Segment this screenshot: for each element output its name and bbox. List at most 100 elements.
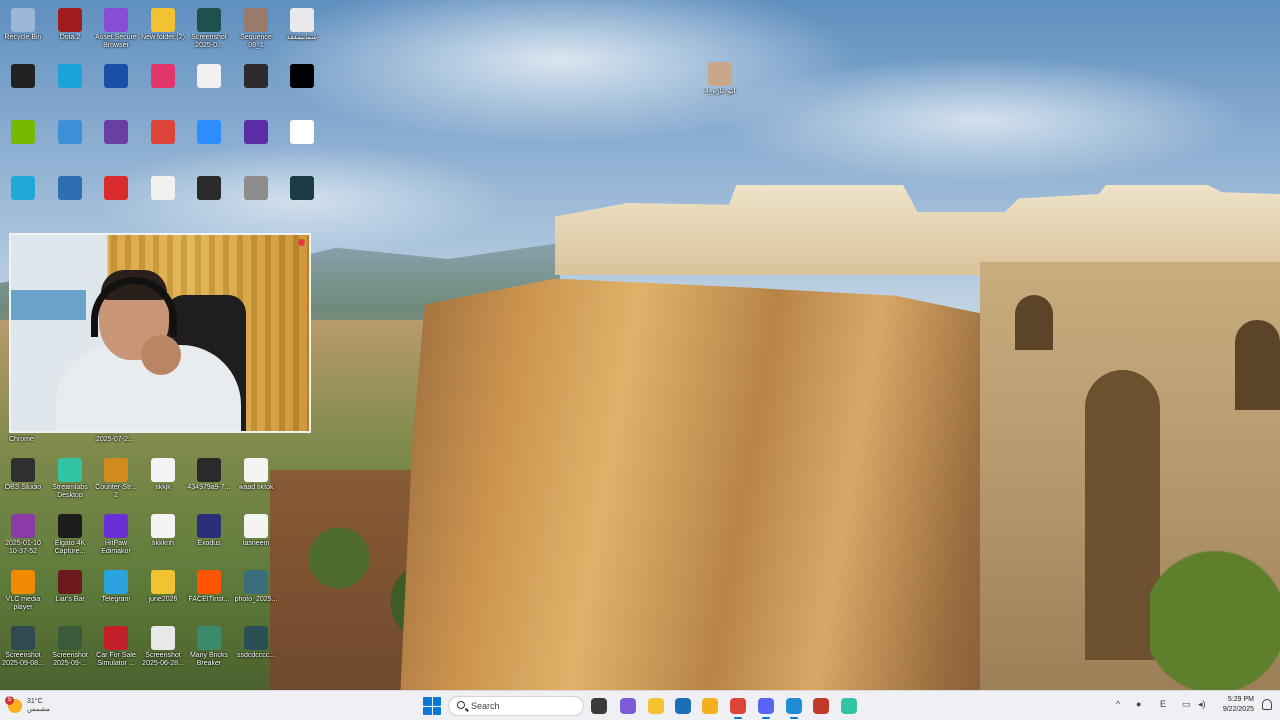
language-indicator[interactable]: E [1160, 699, 1166, 709]
weather-text: 31°C مشمس [27, 698, 50, 714]
chevron-up-icon[interactable]: ^ [1116, 699, 1120, 709]
desktop-icon-label: Elgato 4K Capture... [54, 540, 86, 555]
anydesk-icon [104, 176, 128, 200]
notification-bell-icon[interactable] [1262, 699, 1272, 710]
desktop-icon-label: Car For Sale Simulator ... [96, 652, 136, 667]
desktop-icon-label-chrome[interactable]: Chrome [9, 436, 34, 443]
screenshot-icon [58, 626, 82, 650]
desktop-icon[interactable] [93, 116, 139, 164]
desktop-icon[interactable]: عثمانيمعقد [279, 4, 325, 52]
desktop-icon[interactable] [140, 116, 186, 164]
desktop-icon[interactable]: photo_2025... [233, 566, 279, 614]
note-icon [151, 176, 175, 200]
wallpaper-bridge-arch [1015, 295, 1053, 350]
desktop-icon[interactable]: tikkjk [140, 454, 186, 502]
microphone-icon[interactable]: ● [1136, 699, 1141, 709]
teamviewer-icon [104, 64, 128, 88]
elgato-icon [58, 514, 82, 538]
desktop-icon[interactable]: 434979a9-7... [186, 454, 232, 502]
wallpaper-bridge-arch [1085, 370, 1160, 660]
desktop-icon[interactable]: Many Bricks Breaker [186, 622, 232, 670]
sequence-icon [244, 8, 268, 32]
desktop-icon[interactable]: Dota 2 [47, 4, 93, 52]
desktop-icon[interactable] [47, 116, 93, 164]
media-icon[interactable] [813, 698, 829, 714]
desktop-icon[interactable] [279, 116, 325, 164]
volume-icon[interactable]: ◂) [1198, 699, 1206, 710]
desktop-icon[interactable]: ssdcdcccc... [233, 622, 279, 670]
desktop-icon-label-file[interactable]: 2025-07-2... [96, 436, 134, 443]
weather-temp: 31°C [27, 698, 43, 705]
desktop-icon-label: photo_2025... [234, 596, 278, 603]
desktop-icon[interactable] [140, 60, 186, 108]
desktop-icon[interactable]: FACEITinst... [186, 566, 232, 614]
desktop-icon[interactable] [233, 60, 279, 108]
desktop-icon[interactable]: Screenshot 2025-09-... [47, 622, 93, 670]
desktop-icon-label: Screenshot 2025-06-28... [142, 652, 184, 667]
desktop-icon[interactable]: Streamlabs Desktop [47, 454, 93, 502]
desktop-icon[interactable]: Liar's Bar [47, 566, 93, 614]
desktop-icon[interactable] [279, 60, 325, 108]
desktop-icon[interactable]: Recycle Bin [0, 4, 46, 52]
obs-like-icon [244, 120, 268, 144]
desktop-icon[interactable]: Telegram [93, 566, 139, 614]
desktop-icon[interactable]: tikkknh [140, 510, 186, 558]
desktop-icon[interactable] [93, 60, 139, 108]
desktop-icon[interactable]: tasneem [233, 510, 279, 558]
app-window-icon[interactable] [786, 698, 802, 719]
desktop-icon[interactable] [47, 60, 93, 108]
hitpaw-icon [104, 514, 128, 538]
black-file-icon [290, 64, 314, 88]
discord-icon[interactable] [758, 698, 774, 719]
desktop-icon[interactable] [47, 172, 93, 220]
desktop-icon[interactable] [233, 172, 279, 220]
desktop-icon[interactable] [93, 172, 139, 220]
desktop-icon[interactable]: Screenshot 2025-0... [186, 4, 232, 52]
desktop-icon[interactable]: ابو عازه_4 [697, 58, 743, 106]
desktop-icon[interactable] [186, 116, 232, 164]
file-explorer-icon[interactable] [648, 698, 664, 714]
chrome-icon[interactable] [730, 698, 746, 719]
streamlabs-taskbar-icon[interactable] [841, 698, 857, 714]
store-icon[interactable] [675, 698, 691, 714]
desktop-icon[interactable]: Car For Sale Simulator ... [93, 622, 139, 670]
desktop-icon[interactable]: Exodus [186, 510, 232, 558]
desktop-icon[interactable]: New folder (2) [140, 4, 186, 52]
white-file-icon [290, 120, 314, 144]
nvidia-icon [11, 120, 35, 144]
desktop-icon[interactable]: Asset Secure Browser [93, 4, 139, 52]
desktop-icon[interactable]: Elgato 4K Capture... [47, 510, 93, 558]
start-button[interactable] [423, 697, 441, 715]
desktop-icon[interactable] [140, 172, 186, 220]
desktop-icon[interactable] [0, 172, 46, 220]
desktop-icon[interactable]: OBS Studio [0, 454, 46, 502]
desktop-icon[interactable] [233, 116, 279, 164]
desktop-icon-label: Exodus [197, 540, 221, 547]
desktop-icon[interactable]: VLC media player [0, 566, 46, 614]
portrait-icon [708, 62, 732, 86]
system-clock[interactable]: 5:29 PM 9/22/2025 [1223, 695, 1254, 715]
desktop-icon[interactable] [186, 172, 232, 220]
desktop-icon[interactable]: Sequence 08_1 [233, 4, 279, 52]
desktop-icon[interactable]: HitPaw Edimakor [93, 510, 139, 558]
search-input[interactable] [471, 701, 571, 711]
desktop-icon[interactable]: waad tiktok [233, 454, 279, 502]
desktop-icon[interactable] [0, 116, 46, 164]
desktop-icon[interactable]: Counter-Str... 2 [93, 454, 139, 502]
desktop-icon[interactable]: Screenshot 2025-06-28... [140, 622, 186, 670]
desktop-icon[interactable] [279, 172, 325, 220]
copilot-icon[interactable] [620, 698, 636, 714]
task-view-icon[interactable] [591, 698, 607, 714]
desktop-icon-label: 434979a9-7... [187, 484, 231, 491]
desktop-icon[interactable]: 2025-01-10 10-37-52 [0, 510, 46, 558]
image-file-icon [244, 64, 268, 88]
desktop-icon[interactable]: june2026 [140, 566, 186, 614]
chrome-canary-icon[interactable] [702, 698, 718, 714]
desktop-icon[interactable] [186, 60, 232, 108]
desktop-icon[interactable]: Screenshot 2025-09-08... [0, 622, 46, 670]
network-icon[interactable]: ▭ [1182, 699, 1191, 710]
weather-widget[interactable]: 5 31°C مشمس [5, 694, 50, 718]
taskbar-search[interactable] [448, 696, 584, 716]
desktop-icon[interactable] [0, 60, 46, 108]
dota2-icon [58, 8, 82, 32]
